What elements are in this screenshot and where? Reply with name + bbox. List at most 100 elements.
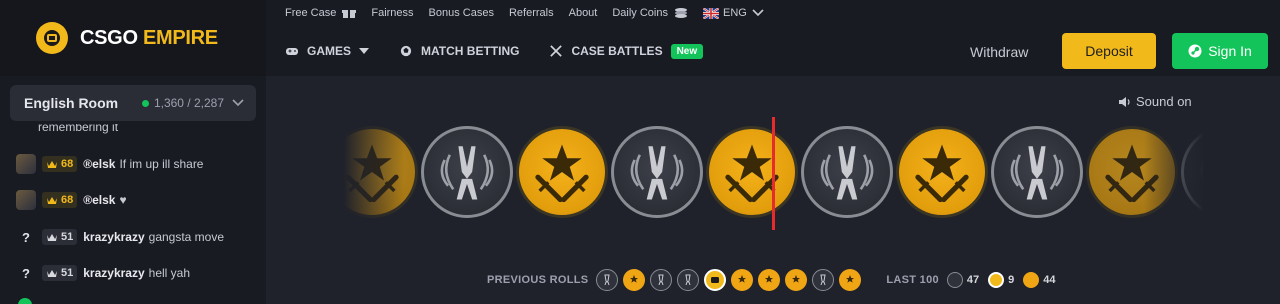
link-referrals[interactable]: Referrals <box>509 7 554 19</box>
nav-match-betting-label: MATCH BETTING <box>421 44 520 58</box>
level-badge: 68 <box>42 156 78 172</box>
football-icon <box>400 45 412 57</box>
sign-in-label: Sign In <box>1208 43 1252 59</box>
chat-message: 68 ®elsk If im up ill share <box>16 153 203 175</box>
gamepad-icon <box>286 48 298 55</box>
nav-case-battles[interactable]: CASE BATTLES New <box>549 43 704 59</box>
username[interactable]: ®elsk <box>83 157 115 171</box>
chat-message: ? 51 krazykrazy gangsta move <box>16 226 224 248</box>
gift-icon <box>342 10 357 18</box>
sound-toggle[interactable]: Sound on <box>1118 94 1192 109</box>
ct-coin-icon <box>946 272 963 288</box>
top-links-bar: Free Case Fairness Bonus Cases Referrals… <box>266 0 1280 26</box>
stat-ct: 47 <box>946 272 980 288</box>
online-dot <box>141 99 149 107</box>
ct-coin <box>421 126 513 218</box>
chat-message: 68 ®elsk ♥ <box>16 189 127 211</box>
withdraw-button[interactable]: Withdraw <box>970 44 1028 60</box>
language-label: ENG <box>723 7 747 19</box>
t-coin <box>516 126 608 218</box>
new-badge: New <box>670 43 704 59</box>
username[interactable]: krazykrazy <box>83 266 144 280</box>
steam-icon <box>1188 44 1202 58</box>
message-text: hell yah <box>148 266 191 280</box>
level-badge: 68 <box>42 192 78 208</box>
level-value: 68 <box>61 158 74 170</box>
username[interactable]: ®elsk <box>83 193 115 207</box>
online-indicator <box>18 298 32 304</box>
online-count: 1,360 / 2,287 <box>153 96 224 110</box>
avatar[interactable]: ? <box>16 263 36 283</box>
bonus-roll-icon <box>704 269 727 291</box>
previous-rolls-list <box>596 269 866 291</box>
t-roll-icon <box>839 269 862 291</box>
bonus-coin-icon <box>988 272 1005 288</box>
t-coin-icon <box>1023 272 1040 288</box>
level-value: 51 <box>61 231 74 243</box>
coins-icon <box>675 8 687 18</box>
nav-games[interactable]: GAMES <box>285 44 370 58</box>
stat-bonus-count: 9 <box>1008 274 1015 286</box>
caret-down-icon <box>359 48 370 54</box>
room-name: English Room <box>24 95 119 111</box>
strip-fade-left <box>344 118 404 228</box>
avatar[interactable]: ? <box>16 227 36 247</box>
avatar[interactable] <box>16 190 36 210</box>
sound-label: Sound on <box>1136 94 1192 109</box>
message-text: gangsta move <box>148 230 225 244</box>
uk-flag-icon <box>703 7 719 19</box>
logo[interactable]: CSGO EMPIRE <box>0 0 266 76</box>
link-label: Daily Coins <box>612 7 668 19</box>
ct-roll-icon <box>677 269 700 291</box>
rank-icon <box>47 197 57 204</box>
level-value: 51 <box>61 267 74 279</box>
chat-message-cut: remembering it <box>38 124 119 134</box>
ct-coin <box>991 126 1083 218</box>
link-bonus-cases[interactable]: Bonus Cases <box>429 7 494 19</box>
t-roll-icon <box>785 269 808 291</box>
level-badge: 51 <box>42 265 78 281</box>
logo-text: CSGO EMPIRE <box>80 27 218 50</box>
rank-icon <box>47 161 57 168</box>
rank-icon <box>47 270 57 277</box>
level-badge: 51 <box>42 229 78 245</box>
chat-message: ? 51 krazykrazy hell yah <box>16 262 190 284</box>
username[interactable]: krazykrazy <box>83 230 144 244</box>
link-daily-coins[interactable]: Daily Coins <box>612 7 688 19</box>
t-coin <box>896 126 988 218</box>
chevron-down-icon <box>752 9 764 17</box>
t-roll-icon <box>758 269 781 291</box>
stat-ct-count: 47 <box>966 274 980 286</box>
deposit-button[interactable]: Deposit <box>1062 33 1156 69</box>
nav-case-battles-label: CASE BATTLES <box>571 44 663 58</box>
link-label: Free Case <box>285 7 337 19</box>
rank-icon <box>47 234 57 241</box>
t-roll-icon <box>731 269 754 291</box>
ct-roll-icon <box>650 269 673 291</box>
ct-roll-icon <box>596 269 619 291</box>
logo-icon <box>36 22 68 54</box>
stat-bonus: 9 <box>988 272 1014 288</box>
t-roll-icon <box>623 269 646 291</box>
link-about[interactable]: About <box>569 7 598 19</box>
ct-roll-icon <box>812 269 835 291</box>
message-text: If im up ill share <box>119 157 204 171</box>
chat-room-select[interactable]: English Room 1,360 / 2,287 <box>10 85 256 121</box>
previous-rolls: PREVIOUS ROLLS LAST 100 47 9 44 <box>487 268 1065 292</box>
ct-coin <box>801 126 893 218</box>
logo-word-1: CSGO <box>80 26 138 49</box>
link-fairness[interactable]: Fairness <box>371 7 413 19</box>
nav-match-betting[interactable]: MATCH BETTING <box>399 44 519 58</box>
previous-rolls-label: PREVIOUS ROLLS <box>487 274 589 286</box>
avatar[interactable] <box>16 154 36 174</box>
sign-in-button[interactable]: Sign In <box>1172 33 1268 69</box>
link-free-case[interactable]: Free Case <box>285 7 357 19</box>
strip-fade-right <box>1144 118 1204 228</box>
ct-coin <box>611 126 703 218</box>
speaker-icon <box>1119 96 1130 107</box>
crossed-swords-icon <box>550 45 563 57</box>
chat-sidebar: CSGO EMPIRE English Room 1,360 / 2,287 r… <box>0 0 266 304</box>
t-coin <box>706 126 798 218</box>
roulette-indicator <box>772 117 775 230</box>
language-select[interactable]: ENG <box>703 7 764 19</box>
